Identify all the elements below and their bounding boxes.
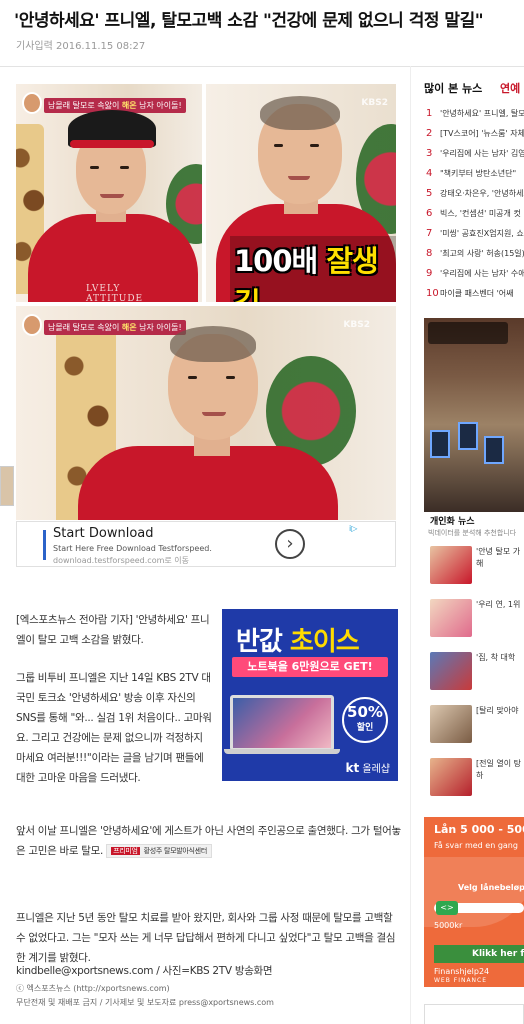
adchoices-icon[interactable]: i▷ — [349, 524, 367, 534]
ad-banner[interactable]: Start Download Start Here Free Download … — [16, 521, 396, 567]
loan-subtitle: Få svar med en gang — [434, 841, 518, 850]
show-badge: 남몰래 탈모로 속앓이 해온 남자 아이돌! — [44, 320, 186, 335]
news-headline: [전일 열이 탕하 — [476, 759, 522, 780]
game-card — [430, 430, 450, 458]
news-thumbnail — [430, 546, 472, 584]
laptop-image — [230, 695, 334, 751]
list-item[interactable]: [탈리 맞아야 — [430, 699, 524, 752]
list-item[interactable]: 4 "책키부터 방탄소년단" — [426, 164, 524, 184]
list-item[interactable]: 3 '우리집에 사는 남자' 김영 — [426, 144, 524, 164]
most-viewed-title[interactable]: 많이 본 뉴스 — [424, 80, 482, 96]
article-paragraph-4: 프니엘은 지난 5년 동안 탈모 치료를 받아 왔지만, 회사와 그룹 사정 때… — [16, 912, 396, 964]
ad-title[interactable]: Start Download — [53, 526, 154, 541]
news-headline: [탈리 맞아야 — [476, 706, 519, 715]
ad-url[interactable]: download.testforspeed.com로 이동 — [53, 555, 189, 566]
article-headline: '안녕하세요' 프니엘, 탈모고백 소감 "건강에 문제 없으니 걱정 말길" — [14, 11, 484, 31]
game-ad[interactable] — [424, 318, 524, 512]
personalized-news-list: '안녕 탈모 가 해 '우리 연, 1위 '집, 착 대학 [탈리 맞아야 [전… — [430, 540, 524, 805]
photo-panel-1: 남몰래 탈모로 속앓이 해온 남자 아이돌! LVELY ATTITUDE — [16, 84, 202, 302]
loan-amount: 5000kr — [434, 921, 463, 930]
article-photo[interactable]: 남몰래 탈모로 속앓이 해온 남자 아이돌! LVELY ATTITUDE KB… — [16, 84, 396, 520]
personalized-news-subtitle: 빅데이터를 분석해 추천합니다 — [428, 529, 517, 537]
host-avatar-icon — [22, 92, 42, 114]
game-card — [484, 436, 504, 464]
list-item[interactable]: [전일 열이 탕하 — [430, 752, 524, 805]
tab-entertainment[interactable]: 연예 — [500, 80, 520, 96]
promo-subtitle: 노트북을 6만원으로 GET! — [232, 657, 388, 677]
list-item[interactable]: 2 [TV스코어] '뉴스룸' 자체 — [426, 124, 524, 144]
ad-subtitle: Start Here Free Download Testforspeed. — [53, 544, 212, 553]
news-thumbnail — [430, 652, 472, 690]
loan-slider-handle[interactable]: <> — [436, 901, 458, 915]
list-item[interactable]: '안녕 탈모 가 해 — [430, 540, 524, 593]
laptop-base — [224, 749, 340, 754]
broadcaster-logo: KBS2 — [343, 320, 370, 330]
inline-text-ad[interactable]: 프리미엄 황성주 탈모발아식센터 — [106, 844, 212, 858]
article-byline: kindbelle@xportsnews.com / 사진=KBS 2TV 방송… — [16, 965, 273, 977]
photo-panel-3: 남몰래 탈모로 속앓이 해온 남자 아이돌! KBS2 — [16, 306, 396, 520]
caption-overlay: 100배 잘생김 — [230, 236, 396, 302]
brand-logo: kt 올레샵 — [345, 761, 390, 775]
game-hud — [428, 322, 508, 344]
list-item[interactable]: 7 '미씽' 공효진X엄지원, 쇼 — [426, 224, 524, 244]
host-avatar-icon — [22, 314, 42, 336]
hoodie-print: LVELY ATTITUDE — [86, 284, 144, 302]
header-divider — [0, 66, 524, 67]
article-date: 기사입력 2016.11.15 08:27 — [16, 41, 146, 52]
article-paragraph-3: 앞서 이날 프니엘은 '안녕하세요'에 게스트가 아닌 사연의 주인공으로 출연… — [16, 821, 402, 861]
news-headline: '안녕 탈모 가 해 — [476, 547, 521, 568]
loan-label: Velg lånebeløp — [458, 883, 524, 892]
list-item[interactable]: 5 강태오·차은우, '안녕하세요' — [426, 184, 524, 204]
news-thumbnail — [430, 599, 472, 637]
loan-brand: Finanshjelp24 — [434, 967, 490, 976]
list-item[interactable]: '집, 착 대학 — [430, 646, 524, 699]
promo-ad[interactable]: 반값 초이스 노트북을 6만원으로 GET! 50% 할인 kt 올레샵 — [222, 609, 398, 781]
loan-ad[interactable]: Lån 5 000 - 500 000 Få svar med en gang … — [424, 817, 524, 987]
most-viewed-list: 1 '안녕하세요' 프니엘, 탈모 2 [TV스코어] '뉴스룸' 자체 3 '우리집… — [426, 104, 524, 304]
list-item[interactable]: 6 빅스, '컨셉션' 미공개 컷 — [426, 204, 524, 224]
news-headline: '집, 착 대학 — [476, 653, 516, 662]
loan-brand-sub: WEB FINANCE — [434, 977, 488, 984]
discount-badge: 50% 할인 — [342, 697, 388, 743]
list-item[interactable]: 8 '최고의 사랑' 허송(15일) — [426, 244, 524, 264]
sidebar-next-box — [424, 1004, 524, 1024]
news-thumbnail — [430, 758, 472, 796]
photo-panel-2: KBS2 100배 잘생김 — [206, 84, 396, 302]
list-item[interactable]: '우리 연, 1위 — [430, 593, 524, 646]
copyright-note: ⓒ 엑스포츠뉴스 (http://xportsnews.com) — [16, 984, 170, 993]
sidebar-divider — [410, 66, 411, 1024]
news-thumbnail — [430, 705, 472, 743]
promo-title: 반값 초이스 — [236, 627, 360, 657]
loan-cta-button[interactable]: Klikk her for — [434, 945, 524, 963]
chevron-right-icon[interactable]: › — [275, 529, 305, 559]
ad-accent-bar — [43, 530, 46, 560]
broadcaster-logo: KBS2 — [361, 98, 388, 108]
list-item[interactable]: 10마이클 패스벤더 '어쌔 — [426, 284, 524, 304]
article-paragraph-1: [엑스포츠뉴스 전아람 기자] '안녕하세요' 프니엘이 탈모 고백 소감을 밝… — [16, 614, 210, 646]
floating-thumbnail[interactable] — [0, 466, 14, 506]
loan-decor — [424, 857, 524, 927]
personalized-news-title: 개인화 뉴스 — [430, 517, 475, 527]
news-headline: '우리 연, 1위 — [476, 600, 521, 609]
loan-title: Lån 5 000 - 500 000 — [434, 823, 524, 836]
rights-note: 무단전재 및 재배포 금지 / 기사제보 및 보도자료 press@xports… — [16, 998, 274, 1007]
list-item[interactable]: 1 '안녕하세요' 프니엘, 탈모 — [426, 104, 524, 124]
article-paragraph-2: 그룹 비투비 프니엘은 지난 14일 KBS 2TV 대국민 토크쇼 '안녕하세… — [16, 672, 212, 784]
game-card — [458, 422, 478, 450]
list-item[interactable]: 9 '우리집에 사는 남자' 수애 — [426, 264, 524, 284]
